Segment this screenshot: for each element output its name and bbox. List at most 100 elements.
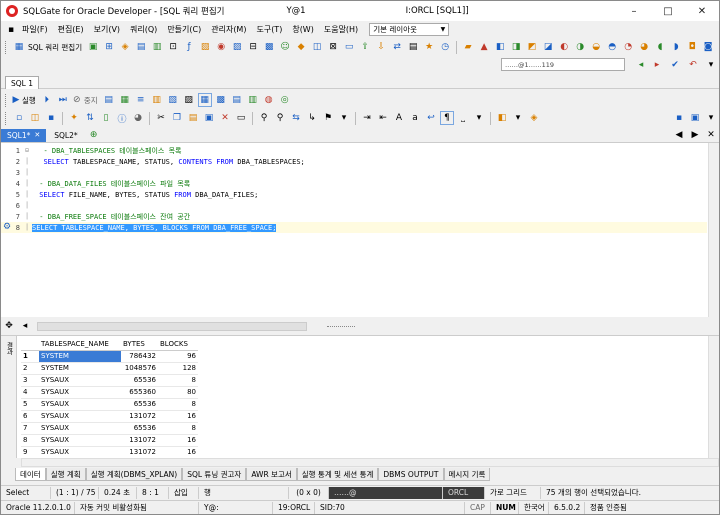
export-icon[interactable]: ⇪ — [358, 40, 372, 54]
table-cell[interactable]: SYSAUX — [39, 422, 121, 435]
text-result-icon[interactable]: ▥ — [150, 93, 164, 107]
table-row[interactable]: 6 SYSAUX 131072 16 — [21, 410, 198, 423]
stop-icon[interactable]: ⊘ — [72, 93, 82, 107]
lower-icon[interactable]: a — [408, 111, 422, 125]
tool-n-icon[interactable]: ◗ — [669, 40, 683, 54]
conn-more-icon[interactable]: ▾ — [704, 58, 718, 72]
table-cell[interactable]: 65536 — [121, 398, 158, 411]
monitor-icon[interactable]: ▭ — [342, 40, 356, 54]
sql-editor[interactable]: 1 ⊟ - DBA_TABLESPACES 테이블스페이스 목록 2 │ SEL… — [1, 142, 719, 318]
save-result-icon[interactable]: ▪ — [672, 111, 686, 125]
split-left-icon[interactable]: ◂ — [18, 319, 32, 333]
table-cell[interactable]: 16 — [158, 434, 198, 447]
tool-e-icon[interactable]: ◩ — [525, 40, 539, 54]
find-icon[interactable]: ⚲ — [257, 111, 271, 125]
menu-view[interactable]: 보기(V) — [89, 24, 125, 35]
tab-execution-plan-xplan[interactable]: 실행 계획(DBMS_XPLAN) — [85, 468, 183, 481]
more-icon[interactable]: ▾ — [337, 111, 351, 125]
run-script-icon[interactable]: ⏵ — [40, 93, 54, 107]
script-icon[interactable]: ▤ — [406, 40, 420, 54]
editor-horizontal-scrollbar[interactable] — [37, 321, 307, 331]
menu-help[interactable]: 도움말(H) — [319, 24, 363, 35]
history-circle-icon[interactable]: ◕ — [131, 111, 145, 125]
favorite-icon[interactable]: ★ — [422, 40, 436, 54]
schema-icon[interactable]: ◈ — [118, 40, 132, 54]
editor-vertical-scrollbar[interactable] — [708, 143, 719, 318]
sort-icon[interactable]: ⇅ — [83, 111, 97, 125]
tool-k-icon[interactable]: ◔ — [621, 40, 635, 54]
tab-execution-plan[interactable]: 실행 계획 — [45, 468, 86, 481]
connect-icon[interactable]: ◂ — [634, 58, 648, 72]
query-builder-icon[interactable]: ▣ — [86, 40, 100, 54]
menu-create[interactable]: 만들기(C) — [162, 24, 206, 35]
tool-o-icon[interactable]: ◘ — [685, 40, 699, 54]
delete-icon[interactable]: ✕ — [218, 111, 232, 125]
bookmark-icon[interactable]: ⚑ — [321, 111, 335, 125]
tool-c-icon[interactable]: ◧ — [493, 40, 507, 54]
table-cell[interactable]: 16 — [158, 410, 198, 423]
tool-i-icon[interactable]: ◒ — [589, 40, 603, 54]
grid-horizontal-scrollbar[interactable] — [21, 458, 719, 467]
tool-b-icon[interactable]: ▲ — [477, 40, 491, 54]
commit-icon[interactable]: ✔ — [668, 58, 682, 72]
table-row[interactable]: 3 SYSAUX 65536 8 — [21, 374, 198, 387]
tab-close-all-icon[interactable]: ✕ — [704, 128, 718, 142]
table-cell[interactable]: 65536 — [121, 422, 158, 435]
upper-icon[interactable]: A — [392, 111, 406, 125]
toolbar-grip[interactable] — [5, 111, 8, 125]
table-cell[interactable]: 786432 — [121, 350, 158, 363]
column-header[interactable]: BLOCKS — [158, 338, 198, 351]
rollback-icon[interactable]: ↶ — [686, 58, 700, 72]
tool-a-icon[interactable]: ▰ — [461, 40, 475, 54]
table-cell[interactable]: 128 — [158, 362, 198, 375]
pilcrow-icon[interactable]: ¶ — [440, 111, 454, 125]
table-row[interactable]: 8 SYSAUX 131072 16 — [21, 434, 198, 447]
export-result-icon[interactable]: ▣ — [688, 111, 702, 125]
table-cell[interactable]: 8 — [158, 422, 198, 435]
table-row[interactable]: 1 SYSTEM 786432 96 — [21, 350, 198, 363]
session-icon[interactable]: ◫ — [310, 40, 324, 54]
synonym-icon[interactable]: ⊟ — [246, 40, 260, 54]
table-cell[interactable]: 80 — [158, 386, 198, 399]
fold-marker-icon[interactable]: ⊟ — [23, 147, 31, 154]
explain-icon[interactable]: ▤ — [102, 93, 116, 107]
close-tab-icon[interactable]: ✕ — [34, 131, 40, 139]
menu-window[interactable]: 창(W) — [287, 24, 319, 35]
object-explorer-icon[interactable]: ⊞ — [102, 40, 116, 54]
connection-select[interactable]: ……@1……119 — [501, 58, 625, 71]
table-cell[interactable]: 65536 — [121, 374, 158, 387]
grid-view-c-icon[interactable]: ▤ — [230, 93, 244, 107]
clear-icon[interactable]: ▭ — [234, 111, 248, 125]
table-row[interactable]: 2 SYSTEM 1048576 128 — [21, 362, 198, 375]
history-icon[interactable]: ◷ — [438, 40, 452, 54]
menu-edit[interactable]: 편집(E) — [53, 24, 89, 35]
table-cell[interactable]: 655360 — [121, 386, 158, 399]
procedure-icon[interactable]: ⊡ — [166, 40, 180, 54]
disconnect-icon[interactable]: ▸ — [650, 58, 664, 72]
table-cell[interactable]: 8 — [158, 374, 198, 387]
grid-icon[interactable]: ▦ — [118, 93, 132, 107]
cut-icon[interactable]: ✂ — [154, 111, 168, 125]
index-icon[interactable]: ▩ — [262, 40, 276, 54]
tab-next-icon[interactable]: ▶ — [688, 128, 702, 142]
editor-tab-sql2[interactable]: SQL2* — [48, 129, 83, 142]
grid-view-e-icon[interactable]: ◍ — [262, 93, 276, 107]
package-icon[interactable]: ▧ — [198, 40, 212, 54]
editor-tab-sql1[interactable]: SQL1* ✕ — [1, 128, 47, 142]
outdent-icon[interactable]: ⇤ — [376, 111, 390, 125]
view-icon[interactable]: ▥ — [150, 40, 164, 54]
tab-message-log[interactable]: 메시지 기록 — [443, 468, 491, 481]
magic-icon[interactable]: ✦ — [67, 111, 81, 125]
import-icon[interactable]: ⇩ — [374, 40, 388, 54]
table-cell[interactable]: 96 — [158, 350, 198, 363]
execute-marker-icon[interactable]: ⚙ — [2, 221, 12, 233]
sql-icon[interactable]: ▨ — [182, 93, 196, 107]
tool-d-icon[interactable]: ◨ — [509, 40, 523, 54]
menu-file[interactable]: 파일(F) — [17, 24, 53, 35]
result-grid[interactable]: 결과 TABLESPACE_NAME BYTES BLOCKS 1 SYSTEM… — [1, 335, 719, 459]
tab-awr-report[interactable]: AWR 보고서 — [246, 468, 297, 481]
copy-icon[interactable]: ❐ — [170, 111, 184, 125]
run-button[interactable]: 실행 — [22, 95, 36, 106]
table-cell[interactable]: SYSAUX — [39, 398, 121, 411]
snippet-more-icon[interactable]: ▾ — [511, 111, 525, 125]
